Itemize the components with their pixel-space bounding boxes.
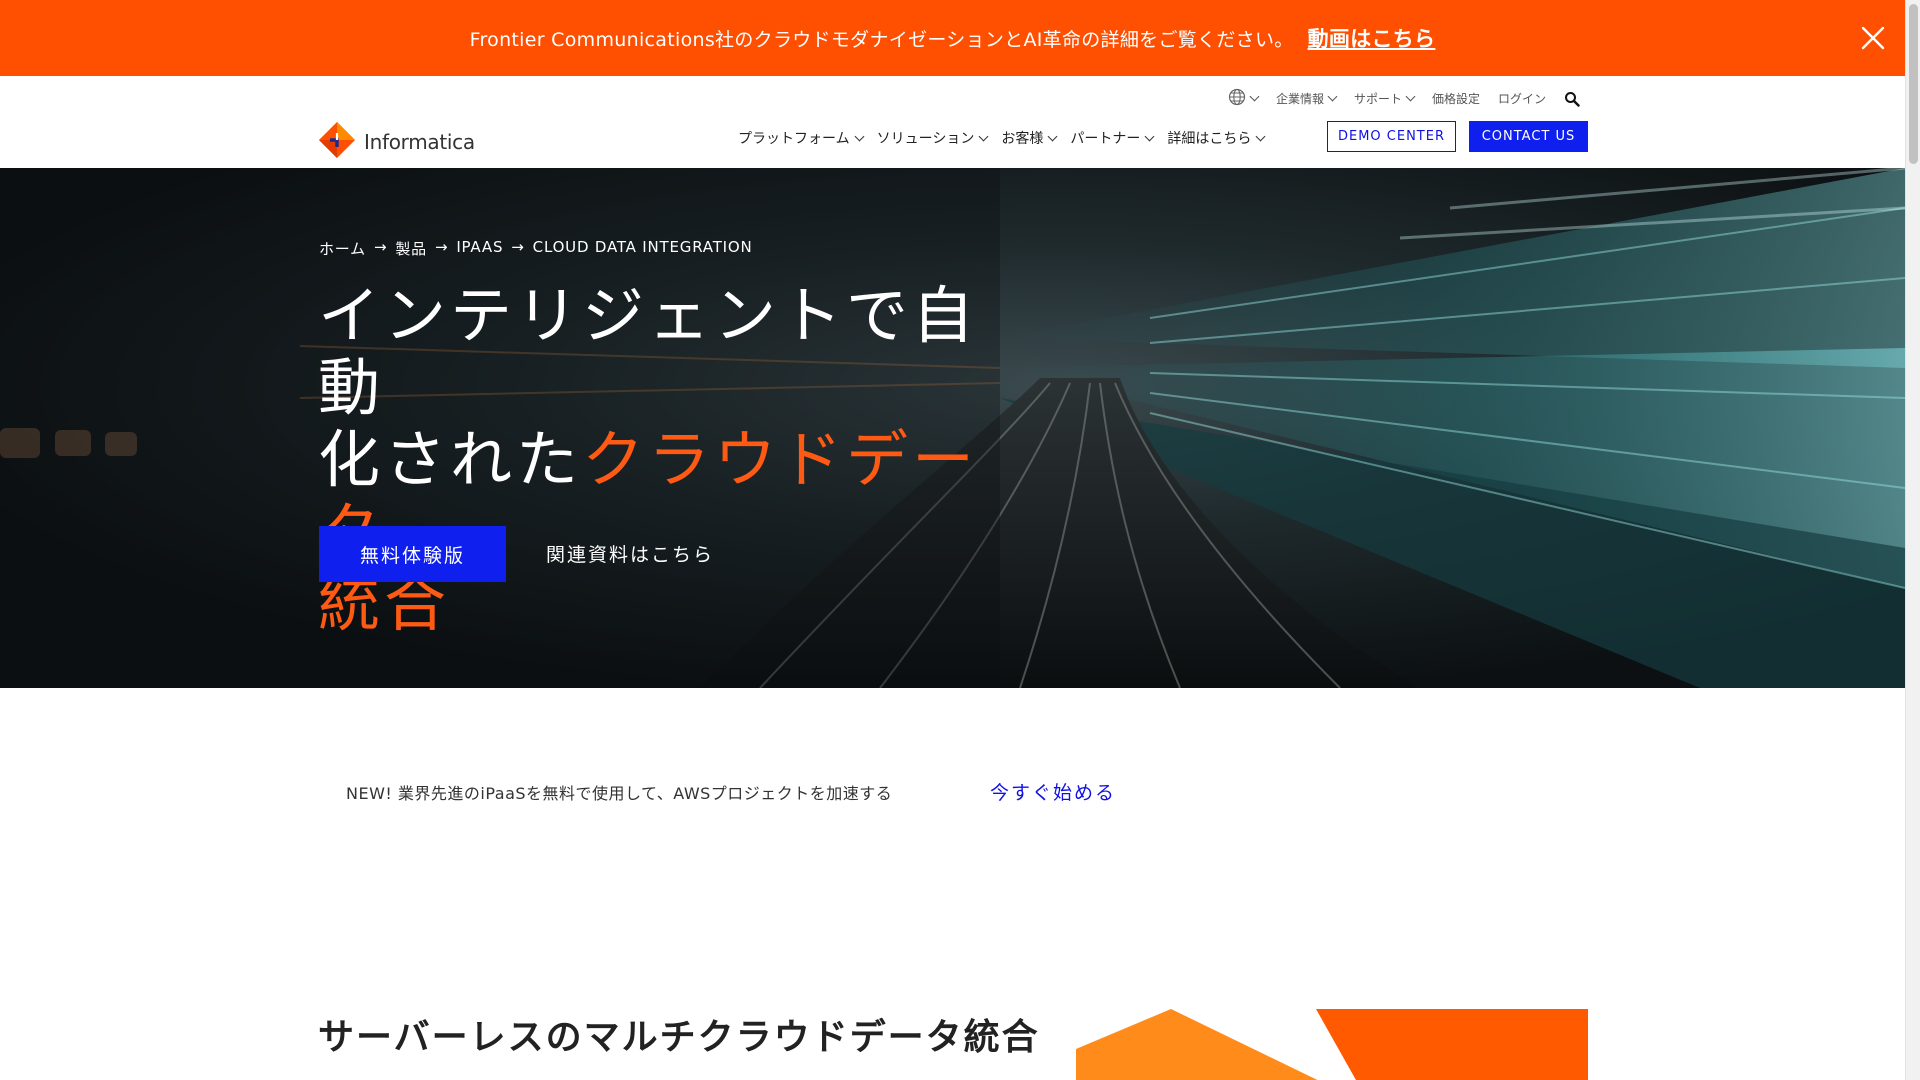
close-icon[interactable] (1859, 24, 1887, 52)
scrollbar-thumb[interactable] (1909, 4, 1918, 164)
hero-section: ホーム → 製品 → IPAAS → CLOUD DATA INTEGRATIO… (0, 168, 1905, 688)
hero-title: インテリジェントで自動 化されたクラウドデータ 統合 (318, 280, 1038, 640)
chevron-down-icon (1047, 131, 1058, 141)
breadcrumb-separator: → (511, 238, 525, 256)
section-title: サーバーレスのマルチクラウドデータ統合 (318, 1017, 1040, 1058)
nav-item-label: プラットフォーム (738, 131, 850, 147)
language-selector[interactable] (1228, 88, 1260, 109)
chevron-down-icon (1144, 131, 1155, 141)
nav-item-partners[interactable]: パートナー (1070, 128, 1155, 148)
search-icon[interactable] (1564, 91, 1580, 107)
chevron-down-icon (1249, 91, 1260, 102)
banner-text: Frontier Communications社のクラウドモダナイゼーションとA… (469, 28, 1294, 51)
contact-us-button[interactable]: CONTACT US (1469, 121, 1588, 152)
main-nav: プラットフォーム ソリューション お客様 パートナー 詳細はこちら (738, 128, 1266, 148)
hero-title-line1: インテリジェントで自動 (318, 279, 979, 424)
logo-mark-icon (318, 121, 356, 163)
utility-item-company[interactable]: 企業情報 (1275, 90, 1338, 107)
demo-center-button[interactable]: DEMO CENTER (1327, 121, 1456, 152)
nav-item-platform[interactable]: プラットフォーム (738, 128, 865, 148)
logo-text: Informatica (364, 130, 475, 154)
chevron-down-icon (978, 131, 989, 141)
hero-title-line2: 化された (318, 423, 583, 496)
breadcrumb: ホーム → 製品 → IPAAS → CLOUD DATA INTEGRATIO… (319, 238, 753, 259)
utility-item-login[interactable]: ログイン (1498, 90, 1546, 107)
chevron-down-icon (1327, 91, 1338, 102)
utility-item-support[interactable]: サポート (1353, 90, 1416, 107)
chevron-down-icon (1405, 91, 1416, 102)
utility-item-label: サポート (1353, 92, 1402, 106)
breadcrumb-home[interactable]: ホーム (319, 238, 366, 259)
nav-item-label: お客様 (1001, 131, 1044, 147)
banner-video-link[interactable]: 動画はこちら (1308, 23, 1436, 53)
breadcrumb-current: CLOUD DATA INTEGRATION (532, 238, 753, 256)
page-scrollbar[interactable] (1905, 0, 1920, 1080)
free-trial-button[interactable]: 無料体験版 (319, 526, 506, 582)
promo-start-link[interactable]: 今すぐ始める (990, 778, 1116, 805)
globe-icon (1228, 88, 1246, 109)
chevron-down-icon (854, 131, 865, 141)
breadcrumb-ipaas[interactable]: IPAAS (456, 238, 503, 259)
nav-item-customers[interactable]: お客様 (1001, 128, 1058, 148)
nav-item-learn-more[interactable]: 詳細はこちら (1167, 128, 1266, 148)
chevron-down-icon (1255, 131, 1266, 141)
breadcrumb-separator: → (434, 238, 449, 256)
informatica-logo[interactable]: Informatica (318, 121, 475, 163)
nav-item-label: ソリューション (876, 131, 975, 147)
utility-item-label: ログイン (1497, 92, 1546, 106)
nav-item-label: 詳細はこちら (1167, 131, 1252, 147)
nav-item-solutions[interactable]: ソリューション (876, 128, 989, 148)
utility-item-pricing[interactable]: 価格設定 (1432, 90, 1480, 107)
announcement-banner: Frontier Communications社のクラウドモダナイゼーションとA… (0, 0, 1905, 76)
utility-item-label: 価格設定 (1431, 92, 1480, 106)
promo-text: NEW! 業界先進のiPaaSを無料で使用して、AWSプロジェクトを加速する (346, 784, 893, 803)
breadcrumb-products[interactable]: 製品 (395, 238, 427, 259)
nav-item-label: パートナー (1070, 131, 1141, 147)
breadcrumb-separator: → (373, 238, 388, 256)
site-header: 企業情報 サポート 価格設定 ログイン Informatica プラットフォーム… (0, 76, 1905, 168)
resources-link[interactable]: 関連資料はこちら (546, 540, 714, 567)
utility-nav: 企業情報 サポート 価格設定 ログイン (1228, 88, 1580, 109)
section-illustration (1076, 1009, 1588, 1080)
utility-item-label: 企業情報 (1275, 92, 1324, 106)
